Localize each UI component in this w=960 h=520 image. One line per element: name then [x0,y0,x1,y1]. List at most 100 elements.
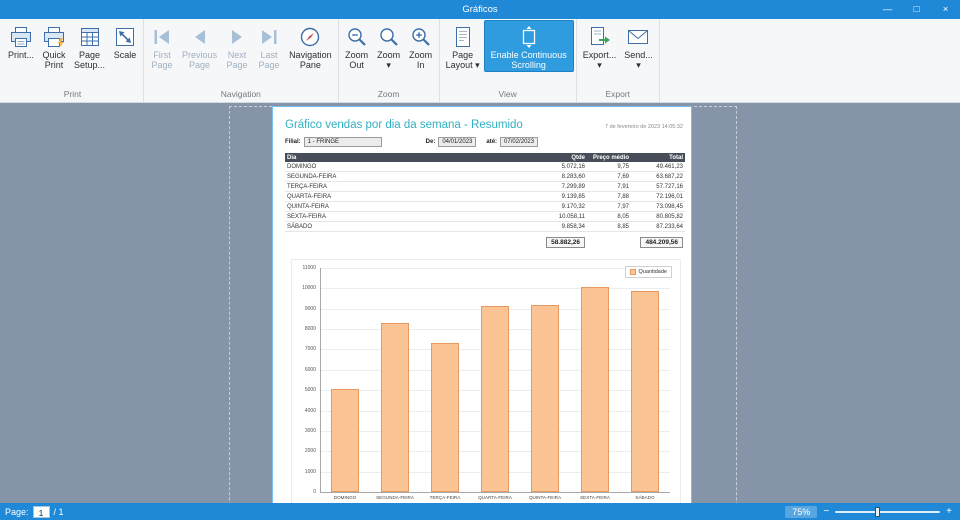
x-axis-category-label: TERÇA-FEIRA [420,495,470,500]
first-page-button[interactable]: First Page [146,20,178,72]
y-axis-tick-label: 1000 [292,469,316,475]
total-qtde-value: 58.882,26 [546,237,585,248]
navigation-pane-label: Navigation [289,50,332,60]
preview-area[interactable]: Gráfico vendas por dia da semana - Resum… [0,103,960,503]
table-cell: 7,69 [587,172,631,181]
page-layout-button[interactable]: Page Layout ▾ [442,20,484,72]
window-controls: — □ × [873,0,960,19]
minimize-button[interactable]: — [873,0,902,19]
continuous-scrolling-button[interactable]: Enable Continuous Scrolling [484,20,574,72]
report-title: Gráfico vendas por dia da semana - Resum… [285,119,523,131]
report-datetime: 7 de fevereiro de 2023 14:05:32 [605,124,683,130]
print-button[interactable]: Print... [4,20,38,71]
maximize-button[interactable]: □ [902,0,931,19]
table-header-cell: Total [631,153,685,162]
y-axis-tick-label: 6000 [292,367,316,373]
page-setup-icon [78,24,102,50]
ribbon-group-view: Page Layout ▾ Enable Continuous Scrollin… [440,19,577,102]
quick-printer-icon [42,24,66,50]
view-group-caption: View [442,89,574,102]
zoom-out-button[interactable]: Zoom Out [341,20,373,72]
ate-label: até: [486,139,497,145]
table-cell: SEXTA-FEIRA [285,212,463,221]
scale-button[interactable]: Scale [109,20,141,71]
page-setup-button[interactable]: Page Setup... [70,20,109,72]
zoom-group-caption: Zoom [341,89,437,102]
table-cell: 9.858,34 [463,222,587,231]
page-label: Page: [5,507,29,517]
zoom-dropdown-button[interactable]: Zoom ▾ [373,20,405,72]
zoom-slider-thumb[interactable] [875,507,880,517]
last-page-label: Last [261,50,278,60]
zoom-in-button[interactable]: Zoom In [405,20,437,72]
y-axis-tick-label: 3000 [292,428,316,434]
table-cell: 49.461,23 [631,162,685,171]
next-page-button[interactable]: Next Page [221,20,253,72]
table-cell: QUINTA-FEIRA [285,202,463,211]
table-totals-row: 58.882,26 484.209,56 [285,235,685,249]
zoom-decrease-button[interactable]: − [823,506,829,517]
zoom-dropdown-arrow-icon: ▾ [386,60,391,70]
x-axis-category-label: SEGUNDA-FEIRA [370,495,420,500]
table-cell: SÁBADO [285,222,463,231]
chart-gridline [320,268,670,269]
continuous-scrolling-icon [517,24,541,50]
totals-cell: 484.209,56 [631,235,685,249]
next-page-icon [225,24,249,50]
page-layout-label: Page [452,50,473,60]
zoom-slider[interactable] [835,511,940,513]
window-title: Gráficos [0,4,960,15]
navigation-pane-button[interactable]: Navigation Pane [285,20,336,72]
first-page-label: First [153,50,171,60]
filial-value: 1 - FRINGE [304,137,382,147]
chart-bar-5 [531,305,559,492]
table-cell: 72.196,01 [631,192,685,201]
first-page-icon [150,24,174,50]
report-page: Gráfico vendas por dia da semana - Resum… [272,106,692,503]
total-total-value: 484.209,56 [640,237,683,248]
compass-icon [298,24,322,50]
export-group-caption: Export [579,89,657,102]
quick-print-button[interactable]: Quick Print [38,20,70,72]
zoom-increase-button[interactable]: + [946,506,952,517]
chart-gridline [320,288,670,289]
y-axis-tick-label: 4000 [292,408,316,414]
previous-page-button[interactable]: Previous Page [178,20,221,72]
table-cell: TERÇA-FEIRA [285,182,463,191]
next-page-label: Next [228,50,247,60]
de-label: De: [426,139,436,145]
table-cell: 80.805,82 [631,212,685,221]
table-cell: SEGUNDA-FEIRA [285,172,463,181]
table-cell: DOMINGO [285,162,463,171]
table-cell: 7,88 [587,192,631,201]
page-number-input[interactable]: 1 [33,506,50,518]
table-cell: 7.299,89 [463,182,587,191]
y-axis-tick-label: 9000 [292,306,316,312]
table-cell: 8.283,60 [463,172,587,181]
page-layout-icon [451,24,475,50]
export-dropdown-arrow-icon: ▾ [597,60,602,70]
x-axis-category-label: SÁBADO [620,495,670,500]
titlebar: Gráficos — □ × [0,0,960,19]
y-axis-tick-label: 10000 [292,285,316,291]
export-button[interactable]: Export... ▾ [579,20,621,72]
page-total-label: / 1 [54,507,64,517]
close-button[interactable]: × [931,0,960,19]
previous-page-label: Previous [182,50,217,60]
ate-value: 07/02/2023 [500,137,538,147]
previous-page-icon [188,24,212,50]
ribbon-group-zoom: Zoom Out Zoom ▾ Zoom In Zoom [339,19,440,102]
chart-bar-2 [381,323,409,492]
table-header-row: DiaQtdePreço médioTotal [285,153,685,162]
table-row: SEGUNDA-FEIRA8.283,607,6963.687,22 [285,172,685,182]
chart-bar-3 [431,343,459,492]
table-cell: 87.233,64 [631,222,685,231]
y-axis-tick-label: 11000 [292,265,316,271]
x-axis-category-label: QUARTA-FEIRA [470,495,520,500]
export-icon [587,24,611,50]
last-page-button[interactable]: Last Page [253,20,285,72]
send-button[interactable]: Send... ▾ [620,20,657,72]
y-axis-tick-label: 0 [292,489,316,495]
table-cell: 9.139,85 [463,192,587,201]
x-axis-line [320,492,670,493]
